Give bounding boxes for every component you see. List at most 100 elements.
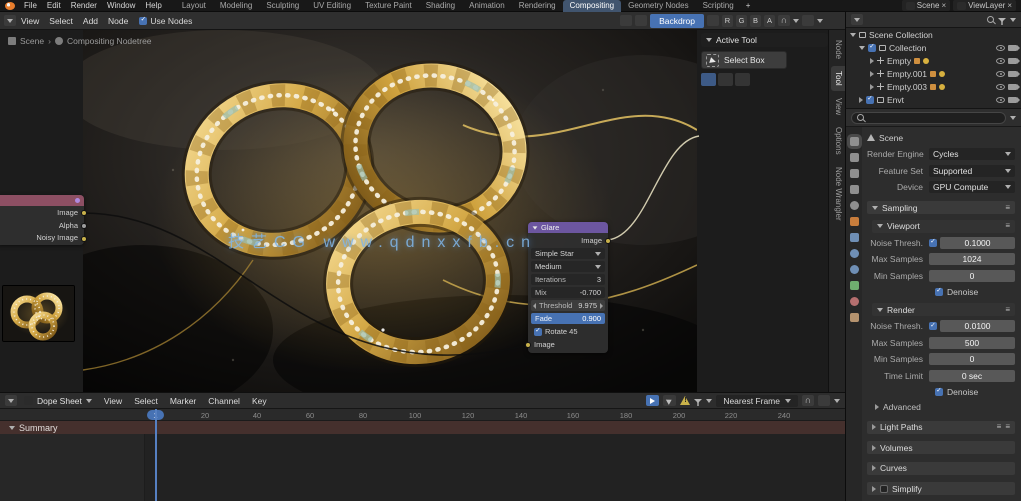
channel-a-toggle[interactable]: A [764, 14, 775, 27]
glare-node-header[interactable]: Glare [528, 222, 608, 233]
render-visibility-icon[interactable] [1008, 83, 1020, 90]
image-output-socket[interactable] [81, 209, 87, 216]
properties-tab-viewlayer-icon[interactable] [849, 169, 859, 178]
glare-type-dropdown[interactable]: Simple Star [531, 248, 605, 259]
expand-icon[interactable] [859, 45, 865, 50]
denoise-checkbox[interactable] [935, 287, 943, 296]
outliner-row-empty-003[interactable]: Empty.003 [846, 80, 1021, 93]
expand-icon[interactable] [870, 83, 874, 90]
keyframe-area[interactable] [0, 434, 845, 501]
outliner-row-empty[interactable]: Empty [846, 54, 1021, 67]
viewport-noise-threshold-field[interactable]: 0.1000 [940, 236, 1015, 249]
sidebar-tab-tool[interactable]: Tool [831, 66, 845, 91]
sidebar-tab-view[interactable]: View [831, 93, 845, 120]
snap-mode-dropdown[interactable]: Nearest Frame [716, 394, 798, 407]
properties-tab-object-data-icon[interactable] [849, 281, 859, 290]
viewport-denoise-row[interactable]: Denoise [867, 286, 1015, 298]
glare-quality-dropdown[interactable]: Medium [531, 261, 605, 272]
presets-icon[interactable]: ≡ [997, 423, 1002, 431]
blender-menu-icon[interactable] [5, 1, 15, 10]
backdrop-toggle-button[interactable]: Backdrop [650, 13, 704, 28]
properties-tab-object-icon[interactable] [849, 217, 859, 226]
compositor-editor[interactable]: Scene Compositing Nodetree Image Alpha N… [0, 30, 845, 392]
menu-marker[interactable]: Marker [165, 396, 201, 406]
add-workspace-button[interactable]: + [741, 0, 756, 12]
viewport-max-samples-field[interactable]: 1024 [929, 253, 1015, 265]
overlays-icon[interactable] [802, 15, 814, 26]
glare-rotate45-checkbox[interactable]: Rotate 45 [528, 326, 608, 337]
light-paths-section-header[interactable]: Light Paths ≡ ≡ [867, 420, 1015, 434]
device-dropdown[interactable]: GPU Compute [929, 181, 1015, 193]
tab-uv-editing[interactable]: UV Editing [306, 0, 358, 12]
menu-help[interactable]: Help [140, 1, 166, 10]
channel-g-toggle[interactable]: G [736, 14, 747, 27]
summary-channel-row[interactable]: Summary [0, 421, 845, 434]
options-icon[interactable]: ≡ [1005, 222, 1010, 230]
glare-iterations-field[interactable]: Iterations 3 [531, 274, 605, 285]
properties-tab-world-icon[interactable] [849, 201, 859, 210]
editor-type-dropdown[interactable] [5, 395, 17, 406]
snapping-magnet-icon[interactable]: ∩ [802, 395, 814, 406]
properties-tab-material-icon[interactable] [849, 297, 859, 306]
hide-eye-icon[interactable] [996, 70, 1005, 77]
render-visibility-icon[interactable] [1008, 70, 1020, 77]
select-box-tool[interactable]: Select Box [701, 51, 787, 69]
render-noise-threshold-field[interactable]: 0.0100 [940, 320, 1015, 332]
proportional-editing-icon[interactable] [818, 395, 830, 406]
outliner-row-collection[interactable]: Collection [846, 41, 1021, 54]
tab-layout[interactable]: Layout [175, 0, 213, 12]
glare-node[interactable]: Glare Image Simple Star Medium Iteration… [525, 222, 611, 353]
glare-image-input-socket[interactable] [525, 341, 531, 348]
expand-icon[interactable] [870, 57, 874, 64]
properties-tab-render-icon[interactable] [849, 137, 859, 146]
tab-rendering[interactable]: Rendering [512, 0, 563, 12]
noisy-image-output-socket[interactable] [81, 235, 87, 242]
grid-option-icon[interactable] [701, 73, 716, 86]
simplify-checkbox[interactable] [880, 484, 888, 493]
scene-selector[interactable]: Scene [901, 0, 951, 11]
snapping-dropdown-icon[interactable] [793, 18, 799, 23]
use-nodes-checkbox[interactable]: Use Nodes [139, 16, 192, 26]
expand-icon[interactable] [859, 96, 863, 103]
menu-render[interactable]: Render [66, 1, 102, 10]
options-icon[interactable]: ≡ [1005, 423, 1010, 431]
mode-option-icon[interactable] [735, 73, 750, 86]
menu-edit[interactable]: Edit [42, 1, 66, 10]
menu-view[interactable]: View [16, 16, 44, 26]
denoise-checkbox[interactable] [935, 387, 943, 396]
tab-geometry-nodes[interactable]: Geometry Nodes [621, 0, 695, 12]
tab-sculpting[interactable]: Sculpting [259, 0, 306, 12]
menu-select[interactable]: Select [44, 16, 78, 26]
filter-dropdown-icon[interactable] [1010, 17, 1016, 22]
increment-arrow-icon[interactable] [600, 302, 603, 309]
decrement-arrow-icon[interactable] [533, 302, 536, 309]
snapping-magnet-icon[interactable]: ∩ [778, 15, 790, 26]
tab-animation[interactable]: Animation [462, 0, 512, 12]
tab-scripting[interactable]: Scripting [696, 0, 741, 12]
sidebar-tab-node-wrangler[interactable]: Node Wrangler [831, 162, 845, 226]
expand-icon[interactable] [870, 70, 874, 77]
render-subsection-header[interactable]: Render ≡ [872, 303, 1015, 316]
hide-eye-icon[interactable] [996, 44, 1005, 51]
tab-texture-paint[interactable]: Texture Paint [358, 0, 419, 12]
only-selected-toggle-icon[interactable] [646, 395, 660, 406]
overlap-option-icon[interactable] [718, 73, 733, 86]
alpha-output-socket[interactable] [81, 222, 87, 229]
active-tool-panel-header[interactable]: Active Tool [701, 33, 828, 47]
dope-sheet-mode-dropdown[interactable]: Dope Sheet [19, 395, 97, 407]
simplify-section-header[interactable]: Simplify [867, 482, 1015, 495]
hide-eye-icon[interactable] [996, 57, 1005, 64]
properties-tab-texture-icon[interactable] [849, 313, 859, 322]
curves-section-header[interactable]: Curves [867, 461, 1015, 475]
properties-search-input[interactable] [851, 111, 1006, 124]
menu-file[interactable]: File [19, 1, 42, 10]
hide-eye-icon[interactable] [996, 83, 1005, 90]
noise-threshold-checkbox[interactable] [929, 238, 937, 247]
playhead-line[interactable] [155, 409, 157, 501]
menu-view[interactable]: View [99, 396, 127, 406]
channel-b-toggle[interactable]: B [750, 14, 761, 27]
sampling-section-header[interactable]: Sampling ≡ [867, 201, 1015, 214]
render-engine-dropdown[interactable]: Cycles [929, 148, 1015, 160]
options-icon[interactable]: ≡ [1005, 305, 1010, 314]
render-max-samples-field[interactable]: 500 [929, 336, 1015, 349]
